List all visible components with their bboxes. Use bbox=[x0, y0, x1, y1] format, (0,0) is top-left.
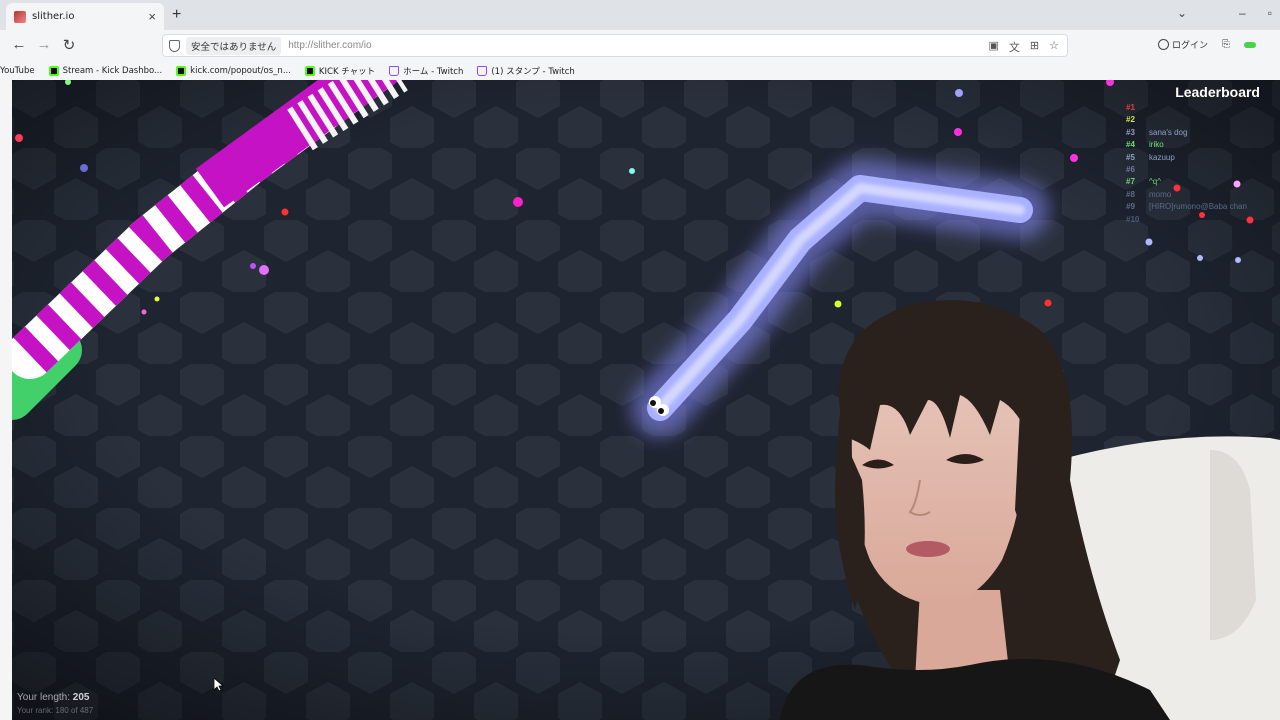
login-button[interactable]: ログイン bbox=[1158, 38, 1208, 51]
window-controls: ⌄ – ▫ bbox=[1177, 6, 1272, 20]
tab-slither[interactable]: slither.io × bbox=[6, 3, 164, 30]
leaderboard-row: #9 [HIRO]rumono@Baba chan bbox=[1126, 201, 1266, 213]
leaderboard-row: #6 bbox=[1126, 164, 1266, 176]
favicon-icon bbox=[14, 10, 26, 23]
insecure-badge[interactable]: 安全ではありません bbox=[186, 36, 282, 55]
leaderboard-row: #7 ^q^ bbox=[1126, 176, 1266, 188]
leaderboard-row: #3 sana's dog bbox=[1126, 127, 1266, 139]
food-pellet bbox=[80, 164, 88, 172]
leaderboard-rank: #6 bbox=[1126, 165, 1135, 175]
leaderboard-row: #8 momo bbox=[1126, 189, 1266, 201]
leaderboard-rank: #9 bbox=[1126, 202, 1135, 212]
reload-icon[interactable]: ↻ bbox=[58, 36, 80, 54]
leaderboard-rank: #5 bbox=[1126, 152, 1135, 162]
leaderboard-row: #1 bbox=[1126, 102, 1266, 114]
bookmark-item[interactable]: ホーム - Twitch bbox=[389, 65, 463, 77]
reader-icon[interactable]: ▣ bbox=[989, 39, 999, 55]
food-pellet bbox=[1145, 238, 1153, 246]
leaderboard-rank: #10 bbox=[1126, 214, 1140, 224]
snake-pupil bbox=[650, 400, 656, 406]
login-label: ログイン bbox=[1172, 41, 1209, 51]
kick-icon bbox=[176, 66, 187, 76]
leaderboard-rank: #8 bbox=[1126, 189, 1135, 199]
snake-pupil bbox=[658, 408, 664, 414]
leaderboard-rank: #1 bbox=[1126, 103, 1135, 112]
url-text[interactable]: http://slither.com/io bbox=[288, 40, 371, 51]
bookmark-item[interactable]: YouTube bbox=[0, 66, 35, 76]
extensions-icon[interactable]: ⎘ bbox=[1222, 39, 1230, 50]
leaderboard-row: #10 bbox=[1126, 214, 1266, 226]
game-canvas[interactable]: Leaderboard #1 #2 #3 sana's dog #4 iriko #5 kaz… bbox=[0, 80, 1280, 720]
bookmark-label: Stream - Kick Dashbo... bbox=[62, 66, 163, 76]
star-icon[interactable]: ☆ bbox=[1049, 39, 1059, 55]
your-length-label: Your length: bbox=[17, 692, 71, 703]
leaderboard-rank: #7 bbox=[1126, 177, 1135, 187]
leaderboard-row: #5 kazuup bbox=[1126, 152, 1266, 164]
address-bar[interactable]: 安全ではありません http://slither.com/io ▣ 文 ⊞ ☆ bbox=[162, 34, 1068, 57]
food-pellet bbox=[15, 134, 23, 142]
food-pellet bbox=[955, 89, 963, 97]
account-icon bbox=[1158, 39, 1169, 50]
tab-bar: slither.io × + ⌄ – ▫ bbox=[0, 0, 1280, 30]
mouse-cursor-icon bbox=[214, 678, 224, 692]
your-length-value: 205 bbox=[72, 692, 90, 703]
translate-icon[interactable]: 文 bbox=[1009, 39, 1020, 55]
twitch-icon bbox=[477, 66, 488, 76]
new-tab-button[interactable]: + bbox=[172, 6, 181, 24]
bookmark-label: (1) スタンプ - Twitch bbox=[491, 67, 575, 77]
food-pellet bbox=[250, 263, 256, 269]
webcam-overlay bbox=[770, 260, 1280, 720]
close-tab-icon[interactable]: × bbox=[148, 9, 156, 24]
bookmarks-bar: YouTube Stream - Kick Dashbo... kick.com/p… bbox=[0, 62, 1280, 80]
maximize-icon[interactable]: ▫ bbox=[1268, 6, 1272, 20]
kick-icon bbox=[304, 66, 315, 76]
leaderboard-name: [HIRO]rumono@Baba chan bbox=[1149, 202, 1247, 212]
nav-bar: ← → ↻ 安全ではありません http://slither.com/io ▣ … bbox=[0, 30, 1280, 62]
bookmark-label: KICK チャット bbox=[318, 67, 376, 77]
minimize-icon[interactable]: – bbox=[1239, 6, 1246, 20]
your-length: Your length: 205 bbox=[17, 692, 89, 703]
bookmark-item[interactable]: KICK チャット bbox=[304, 65, 376, 77]
tab-title: slither.io bbox=[32, 11, 75, 22]
tab-list-chevron-icon[interactable]: ⌄ bbox=[1177, 6, 1187, 20]
food-pellet bbox=[259, 265, 269, 275]
bookmark-item[interactable]: (1) スタンプ - Twitch bbox=[477, 65, 575, 77]
twitch-icon bbox=[389, 66, 400, 76]
kick-icon bbox=[48, 66, 59, 76]
leaderboard-title: Leaderboard bbox=[1175, 84, 1260, 100]
leaderboard-name: iriko bbox=[1149, 140, 1164, 150]
food-pellet bbox=[513, 197, 523, 207]
food-pellet bbox=[954, 128, 962, 136]
leaderboard-row: #4 iriko bbox=[1126, 139, 1266, 151]
extension-icon[interactable]: ⊞ bbox=[1030, 39, 1039, 55]
food-pellet bbox=[1070, 154, 1078, 162]
bookmark-label: ホーム - Twitch bbox=[403, 67, 464, 77]
bookmark-label: YouTube bbox=[0, 66, 35, 76]
bookmark-label: kick.com/popout/os_n... bbox=[190, 66, 291, 76]
food-pellet bbox=[154, 296, 160, 302]
leaderboard-name: momo bbox=[1149, 189, 1172, 199]
food-pellet bbox=[141, 309, 147, 315]
forward-arrow-icon[interactable]: → bbox=[33, 36, 55, 53]
back-arrow-icon[interactable]: ← bbox=[8, 36, 30, 53]
leaderboard-rank: #4 bbox=[1126, 140, 1135, 150]
address-tools: ▣ 文 ⊞ ☆ bbox=[989, 39, 1060, 55]
leaderboard-list: #1 #2 #3 sana's dog #4 iriko #5 kazuup #6 #7 ^q^ #8… bbox=[1126, 102, 1266, 226]
bookmark-item[interactable]: kick.com/popout/os_n... bbox=[176, 66, 291, 76]
leaderboard-rank: #3 bbox=[1126, 127, 1135, 137]
leaderboard-row: #2 bbox=[1126, 114, 1266, 126]
leaderboard-name: sana's dog bbox=[1149, 127, 1188, 137]
food-pellet bbox=[629, 168, 635, 174]
status-indicator-icon[interactable] bbox=[1244, 41, 1257, 48]
toolbar-right: ログイン ⎘ bbox=[1158, 38, 1257, 51]
bookmark-item[interactable]: Stream - Kick Dashbo... bbox=[48, 66, 163, 76]
leaderboard-name: kazuup bbox=[1149, 152, 1175, 162]
your-rank: Your rank: 180 of 487 bbox=[17, 706, 94, 715]
page-edge bbox=[0, 80, 12, 720]
leaderboard-name: ^q^ bbox=[1149, 177, 1161, 187]
streamer-figure bbox=[780, 300, 1280, 720]
food-pellet bbox=[281, 208, 289, 216]
leaderboard-rank: #2 bbox=[1126, 115, 1135, 125]
shield-icon[interactable] bbox=[169, 39, 180, 52]
